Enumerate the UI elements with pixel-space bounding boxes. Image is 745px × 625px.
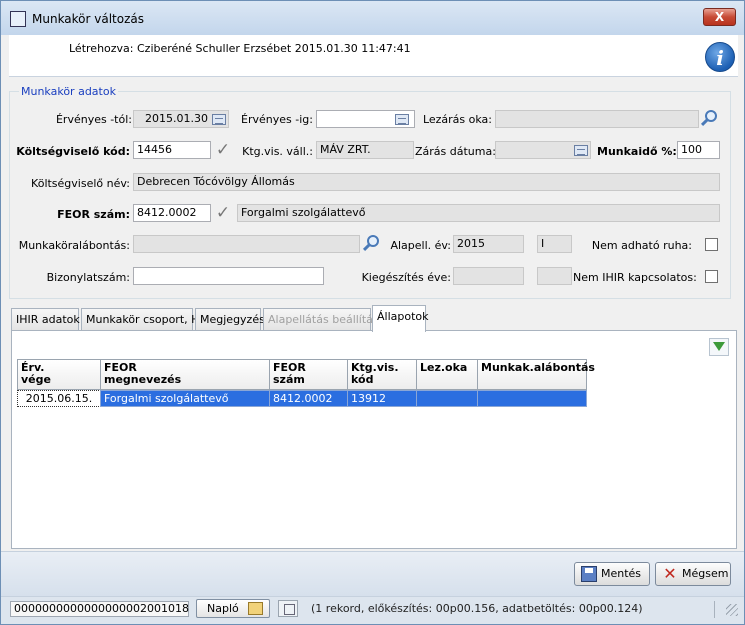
allapotok-panel: Érv. vége FEOR megnevezés FEOR szám Ktg.… <box>11 330 737 549</box>
munkakoralabontas-field[interactable] <box>133 235 360 253</box>
button-bar: Mentés ✕ Mégsem <box>1 551 744 596</box>
alapell-ev-code-field: I <box>537 235 572 253</box>
book-icon <box>248 602 263 615</box>
group-title: Munkakör adatok <box>19 85 118 98</box>
column-header[interactable]: Munkak.alábontás <box>477 359 595 390</box>
tab-megjegyzes[interactable]: Megjegyzés <box>195 308 265 331</box>
export-icon[interactable] <box>278 600 298 617</box>
tab-strip: IHIR adatok Munkakör csoport, HF Megjegy… <box>11 305 737 332</box>
checkmark-icon[interactable]: ✓ <box>213 140 233 160</box>
table-cell[interactable]: 2015.06.15. <box>17 390 101 407</box>
resize-grip-icon[interactable] <box>726 604 738 616</box>
nem-adhato-ruha-label: Nem adható ruha: <box>591 239 692 252</box>
nem-ihir-checkbox[interactable] <box>705 270 718 283</box>
search-icon[interactable] <box>700 109 720 129</box>
column-header[interactable]: FEOR szám <box>269 359 348 390</box>
naplo-button[interactable]: Napló <box>196 599 270 618</box>
table-cell[interactable] <box>477 390 587 407</box>
calendar-icon[interactable] <box>574 145 588 156</box>
column-header[interactable]: FEOR megnevezés <box>100 359 270 390</box>
record-id-field: 0000000000000000002001018 <box>10 601 189 617</box>
kiegeszites-eve-label: Kiegészítés éve: <box>361 271 451 284</box>
alapell-ev-label: Alapell. év: <box>390 239 451 252</box>
bizonylatszam-field[interactable] <box>133 267 324 285</box>
filter-icon[interactable] <box>709 338 729 356</box>
window-title: Munkakör változás <box>32 12 145 26</box>
koltseg-nev-label: Költségviselő név: <box>31 177 130 190</box>
table-cell[interactable] <box>416 390 478 407</box>
ktg-vis-vall-field: MÁV ZRT. <box>316 141 414 159</box>
checkmark-icon[interactable]: ✓ <box>213 203 233 223</box>
column-header[interactable]: Lez.oka <box>416 359 478 390</box>
nem-adhato-ruha-checkbox[interactable] <box>705 238 718 251</box>
feor-label: FEOR szám: <box>57 208 130 221</box>
feor-nev-field: Forgalmi szolgálattevő <box>237 204 720 222</box>
lezaras-oka-label: Lezárás oka: <box>422 113 492 126</box>
search-icon[interactable] <box>362 234 382 254</box>
ervenyes-ig-label: Érvényes -ig: <box>241 113 313 126</box>
tab-allapotok[interactable]: Állapotok <box>372 305 429 332</box>
save-button[interactable]: Mentés <box>574 562 650 586</box>
kiegeszites-eve-field <box>453 267 524 285</box>
calendar-icon[interactable] <box>395 114 409 125</box>
calendar-icon[interactable] <box>212 114 226 125</box>
feor-field[interactable]: 8412.0002 <box>133 204 211 222</box>
dialog-window: Munkakör változás X Létrehozva: Cziberén… <box>0 0 745 625</box>
alapell-ev-field: 2015 <box>453 235 524 253</box>
floppy-icon <box>581 566 597 582</box>
ktg-vis-vall-label: Ktg.vis. váll.: <box>242 145 313 158</box>
munkakoralabontas-label: Munkaköralábontás: <box>18 239 130 252</box>
status-bar: 0000000000000000002001018 Napló (1 rekor… <box>1 596 744 624</box>
naplo-label: Napló <box>207 602 239 615</box>
app-icon <box>10 11 26 27</box>
tab-ihir-adatok[interactable]: IHIR adatok <box>11 308 80 331</box>
cancel-label: Mégsem <box>682 567 729 580</box>
lezaras-oka-field[interactable] <box>495 110 699 128</box>
table-cell[interactable]: 13912 <box>347 390 417 407</box>
table-cell[interactable]: Forgalmi szolgálattevő <box>100 390 270 407</box>
nem-ihir-label: Nem IHIR kapcsolatos: <box>573 271 697 284</box>
ervenyes-tol-label: Érvényes -tól: <box>55 113 132 126</box>
save-label: Mentés <box>601 567 642 580</box>
status-info: (1 rekord, előkészítés: 00p00.156, adatb… <box>311 602 643 615</box>
tab-alapellatas: Alapellátás beállítása <box>263 308 385 331</box>
column-header[interactable]: Ktg.vis. kód <box>347 359 417 390</box>
header-panel: Létrehozva: Cziberéné Schuller Erzsébet … <box>9 35 738 77</box>
close-icon: ✕ <box>663 564 677 583</box>
koltseg-kod-field[interactable]: 14456 <box>133 141 211 159</box>
info-icon[interactable]: i <box>705 42 735 72</box>
table-cell[interactable]: 8412.0002 <box>269 390 348 407</box>
close-button[interactable]: X <box>703 8 736 26</box>
munkaido-label: Munkaidő %: <box>597 145 677 158</box>
column-header[interactable]: Érv. vége <box>17 359 101 390</box>
koltseg-nev-field: Debrecen Tócóvölgy Állomás <box>133 173 720 191</box>
status-separator <box>714 601 715 618</box>
kiegeszites-eve-code-field <box>537 267 572 285</box>
bizonylatszam-label: Bizonylatszám: <box>46 271 130 284</box>
koltseg-kod-label: Költségviselő kód: <box>16 145 130 158</box>
tab-munkakor-csoport[interactable]: Munkakör csoport, HF <box>81 308 206 331</box>
created-by-text: Létrehozva: Cziberéné Schuller Erzsébet … <box>69 42 411 55</box>
title-bar[interactable]: Munkakör változás X <box>1 1 744 35</box>
cancel-button[interactable]: ✕ Mégsem <box>655 562 731 586</box>
munkaido-field[interactable]: 100 <box>677 141 720 159</box>
zaras-datuma-label: Zárás dátuma: <box>415 145 496 158</box>
